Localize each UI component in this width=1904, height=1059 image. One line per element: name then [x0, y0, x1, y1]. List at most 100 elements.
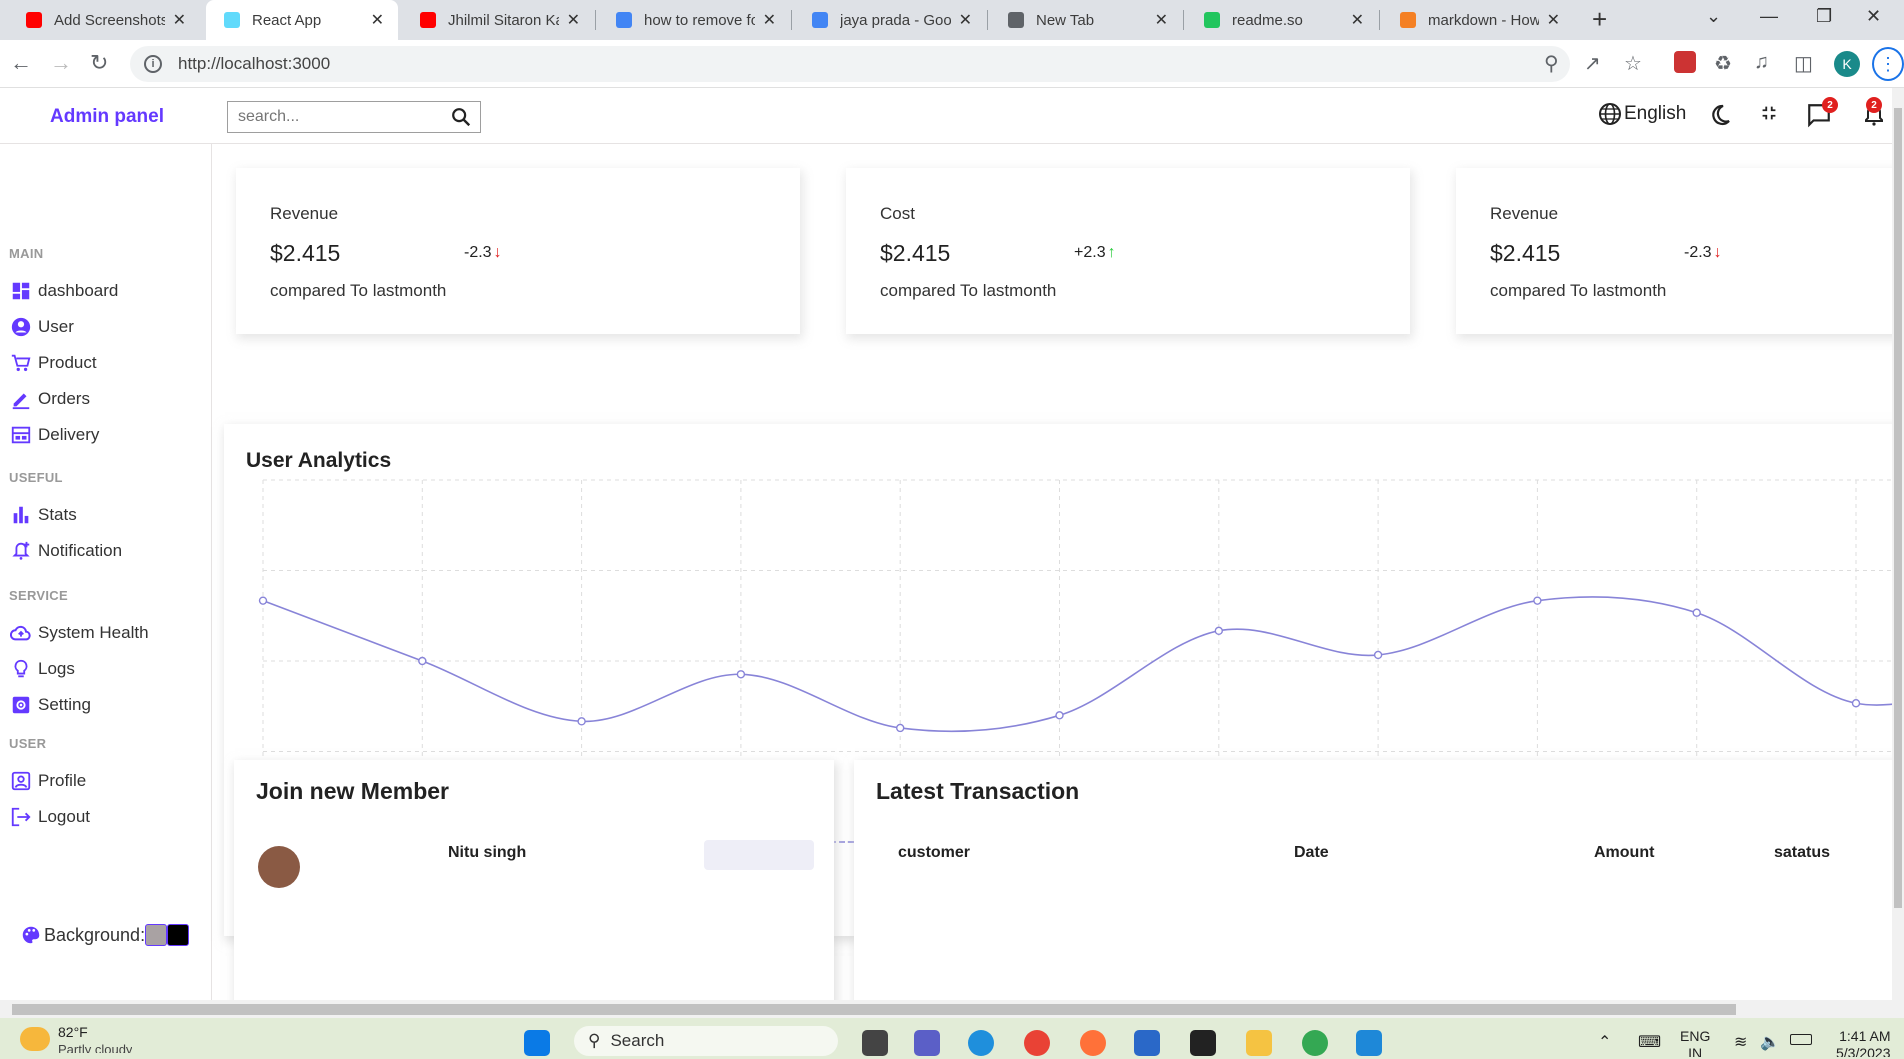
sidebar-item-label: Orders — [38, 389, 90, 408]
tab-search-icon[interactable]: ⌄ — [1706, 6, 1721, 27]
language-indicator[interactable]: ENG IN — [1680, 1028, 1710, 1057]
data-point[interactable] — [1214, 626, 1223, 636]
sidebar-item-delivery[interactable]: Delivery — [10, 424, 99, 446]
data-point[interactable] — [1373, 650, 1383, 660]
restore-icon[interactable]: ❐ — [1816, 6, 1832, 27]
sidebar-item-stats[interactable]: Stats — [10, 504, 77, 526]
browser-tab[interactable]: React App ✕ — [206, 0, 398, 40]
data-point[interactable] — [418, 656, 427, 666]
task-view-icon[interactable] — [862, 1030, 888, 1056]
notification-button[interactable]: 2 — [1862, 97, 1886, 128]
extension-icon[interactable] — [1674, 51, 1696, 73]
url-bar[interactable]: i http://localhost:3000 — [130, 46, 1570, 82]
close-tab-icon[interactable]: ✕ — [1155, 10, 1168, 30]
share-icon[interactable]: ↗ — [1584, 51, 1601, 76]
logo[interactable]: Admin panel — [50, 106, 164, 128]
close-tab-icon[interactable]: ✕ — [763, 10, 776, 30]
sidebar-item-notification[interactable]: Notification — [10, 540, 122, 562]
close-tab-icon[interactable]: ✕ — [959, 10, 972, 30]
browser-tab[interactable]: New Tab ✕ — [990, 0, 1182, 40]
youtube-icon — [26, 12, 42, 28]
close-tab-icon[interactable]: ✕ — [1547, 10, 1560, 30]
dashboard-icon — [10, 280, 32, 302]
data-point[interactable] — [1692, 608, 1701, 617]
close-tab-icon[interactable]: ✕ — [173, 10, 186, 30]
clock[interactable]: 1:41 AM 5/3/2023 — [1836, 1028, 1891, 1057]
media-icon[interactable]: ♫ — [1754, 51, 1769, 74]
edge-icon[interactable] — [968, 1030, 994, 1056]
sidebar-item-dashboard[interactable]: dashboard — [10, 280, 118, 302]
weather-widget[interactable]: 82°F Partly cloudy — [20, 1024, 132, 1053]
firefox-icon[interactable] — [1080, 1030, 1106, 1056]
dark-background-swatch[interactable] — [167, 924, 190, 946]
sidebar-item-system-health[interactable]: System Health — [10, 622, 149, 644]
member-display-button[interactable] — [704, 840, 814, 870]
store-icon[interactable] — [1134, 1030, 1160, 1056]
taskbar-search[interactable]: ⚲ Search — [574, 1026, 838, 1056]
site-info-icon[interactable]: i — [144, 55, 162, 73]
forward-icon[interactable]: → — [50, 50, 72, 76]
sidebar-item-setting[interactable]: Setting — [10, 694, 91, 716]
data-point[interactable] — [577, 717, 586, 726]
vscode-icon[interactable] — [1356, 1030, 1382, 1056]
sidebar-item-orders[interactable]: Orders — [10, 388, 90, 410]
close-tab-icon[interactable]: ✕ — [567, 10, 580, 30]
windows-start-icon[interactable] — [524, 1030, 550, 1056]
stat-widget: Revenue $2.415 -2.3 ↓ compared To lastmonth — [236, 168, 800, 334]
fullscreen-exit-button[interactable] — [1758, 102, 1780, 124]
chrome-profile-icon[interactable] — [1302, 1030, 1328, 1056]
browser-menu-icon[interactable]: ⋮ — [1872, 47, 1904, 81]
wifi-icon[interactable]: ≋ — [1734, 1032, 1747, 1052]
sidepanel-icon[interactable]: ◫ — [1794, 51, 1813, 76]
data-point[interactable] — [258, 596, 268, 605]
data-point[interactable] — [1851, 699, 1861, 708]
data-point[interactable] — [896, 723, 905, 733]
sidebar-item-label: Setting — [38, 695, 91, 714]
language-selector[interactable]: English — [1598, 102, 1686, 126]
sidebar-item-logout[interactable]: Logout — [10, 806, 90, 828]
close-tab-icon[interactable]: ✕ — [1351, 10, 1364, 30]
horizontal-scroll-thumb[interactable] — [12, 1004, 1736, 1015]
volume-icon[interactable]: 🔈 — [1760, 1032, 1780, 1052]
new-tab-icon[interactable]: + — [1592, 4, 1607, 35]
tab-title: React App — [252, 11, 322, 29]
terminal-icon[interactable] — [1190, 1030, 1216, 1056]
profile-avatar[interactable]: K — [1834, 51, 1860, 77]
data-point[interactable] — [736, 670, 746, 679]
search-input[interactable] — [238, 108, 438, 126]
reload-icon[interactable]: ↻ — [90, 50, 108, 76]
back-icon[interactable]: ← — [10, 50, 32, 76]
vertical-scrollbar[interactable] — [1892, 88, 1904, 1000]
minimize-icon[interactable]: — — [1760, 6, 1778, 27]
chrome-taskbar-icon[interactable] — [1024, 1030, 1050, 1056]
battery-icon[interactable] — [1790, 1034, 1812, 1045]
horizontal-scrollbar[interactable] — [0, 1000, 1904, 1018]
light-background-swatch[interactable] — [145, 924, 168, 946]
browser-tab[interactable]: markdown - How ✕ — [1382, 0, 1574, 40]
sidebar-item-profile[interactable]: Profile — [10, 770, 86, 792]
sidebar-item-product[interactable]: Product — [10, 352, 97, 374]
sidebar-item-logs[interactable]: Logs — [10, 658, 75, 680]
browser-tab[interactable]: readme.so ✕ — [1186, 0, 1378, 40]
keyboard-icon[interactable]: ⌨ — [1638, 1032, 1661, 1052]
data-point[interactable] — [1533, 596, 1542, 605]
bookmark-star-icon[interactable]: ☆ — [1624, 51, 1642, 76]
search-icon[interactable] — [450, 106, 472, 128]
browser-tab[interactable]: Jhilmil Sitaron Ka ✕ — [402, 0, 594, 40]
puzzle-icon[interactable]: ♻ — [1714, 51, 1732, 76]
vertical-scroll-thumb[interactable] — [1894, 108, 1902, 908]
taskbar-search-icon: ⚲ — [588, 1031, 601, 1050]
dark-mode-toggle[interactable] — [1708, 102, 1732, 128]
file-explorer-icon[interactable] — [1246, 1030, 1272, 1056]
browser-tab[interactable]: jaya prada - Goo ✕ — [794, 0, 986, 40]
chat-button[interactable]: 2 — [1806, 97, 1838, 128]
tray-chevron-icon[interactable]: ⌃ — [1598, 1032, 1611, 1052]
zoom-icon[interactable]: ⚲ — [1544, 51, 1559, 76]
teams-icon[interactable] — [914, 1030, 940, 1056]
sidebar-item-user[interactable]: User — [10, 316, 74, 338]
close-tab-icon[interactable]: ✕ — [371, 10, 384, 30]
data-point[interactable] — [1055, 711, 1064, 720]
close-window-icon[interactable]: ✕ — [1866, 6, 1881, 27]
browser-tab[interactable]: Add Screenshots/ ✕ — [8, 0, 200, 40]
browser-tab[interactable]: how to remove fo ✕ — [598, 0, 790, 40]
